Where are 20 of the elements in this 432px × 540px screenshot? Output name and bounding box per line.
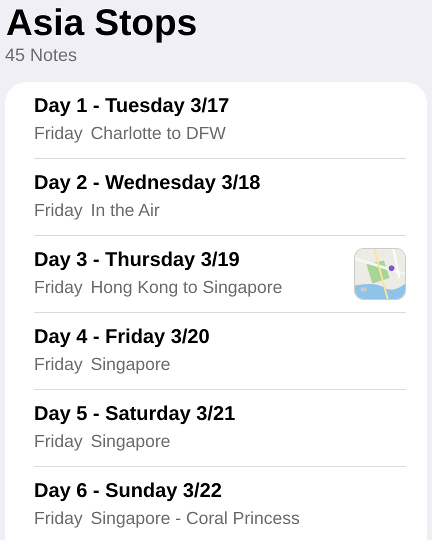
note-title[interactable]: Day 4 - Friday 3/20 <box>34 324 210 350</box>
note-title[interactable]: Day 1 - Tuesday 3/17 <box>34 92 230 120</box>
note-preview: Charlotte to DFW <box>90 122 226 144</box>
folder-title: Asia Stops <box>6 1 198 44</box>
note-preview: Hong Kong to Singapore <box>90 276 282 299</box>
note-preview: In the Air <box>90 198 160 222</box>
note-title[interactable]: Day 6 - Sunday 3/22 <box>34 478 222 505</box>
note-date: Friday <box>34 122 83 145</box>
note-title[interactable]: Day 3 - Thursday 3/19 <box>34 246 240 274</box>
note-date: Friday <box>34 430 83 453</box>
note-date: Friday <box>34 276 83 299</box>
note-date: Friday <box>34 352 83 376</box>
note-title[interactable]: Day 2 - Wednesday 3/18 <box>34 170 260 196</box>
note-preview: Singapore - Coral Princess <box>90 507 300 530</box>
note-title[interactable]: Day 5 - Saturday 3/21 <box>34 400 236 428</box>
note-preview: Singapore <box>90 352 170 376</box>
note-date: Friday <box>34 507 83 530</box>
note-preview: Singapore <box>90 430 170 453</box>
note-date: Friday <box>34 198 83 222</box>
note-count: 45 Notes <box>5 44 78 66</box>
